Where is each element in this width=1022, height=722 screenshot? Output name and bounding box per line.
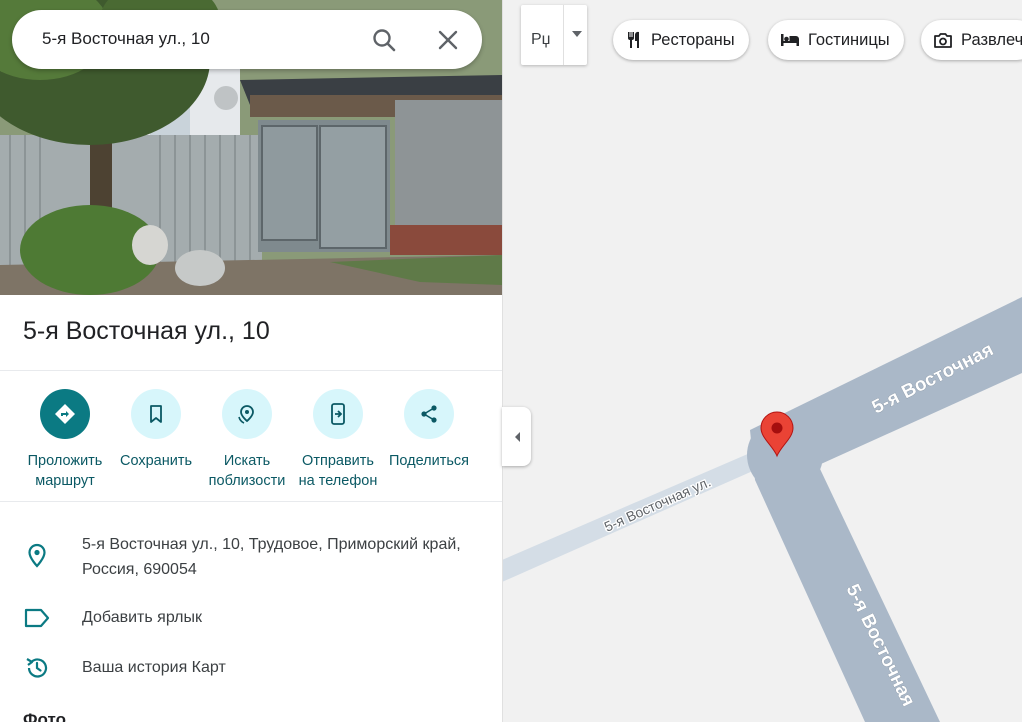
divider <box>0 501 502 502</box>
divider <box>563 5 564 65</box>
nearby-button[interactable]: Искать поблизости <box>202 389 292 491</box>
save-button[interactable]: Сохранить <box>111 389 201 471</box>
chip-label: Развлеч <box>961 30 1022 49</box>
close-icon[interactable] <box>435 27 461 53</box>
nearby-icon <box>222 389 272 439</box>
history-text: Ваша история Карт <box>82 659 226 676</box>
action-label: Сохранить <box>119 453 193 469</box>
chevron-down-icon <box>572 31 582 37</box>
place-panel: 5-я Восточная ул., 10 Проложить маршрут … <box>0 0 503 722</box>
label-icon <box>24 605 50 631</box>
camera-icon <box>934 33 952 48</box>
directions-icon <box>40 389 90 439</box>
action-label: Отправить на телефон <box>298 453 378 489</box>
send-to-phone-button[interactable]: Отправить на телефон <box>293 389 383 491</box>
hotel-icon <box>781 34 799 46</box>
photos-heading: Фото <box>23 710 66 722</box>
layer-select-value: Рџ <box>531 31 551 48</box>
layer-select[interactable]: Рџ <box>521 5 587 65</box>
search-input[interactable] <box>42 29 342 49</box>
action-label: Поделиться <box>388 453 470 469</box>
chevron-left-icon <box>514 431 520 442</box>
street-label-minor: 5-я Восточная ул. <box>602 473 713 534</box>
directions-button[interactable]: Проложить маршрут <box>20 389 110 491</box>
chip-label: Рестораны <box>651 30 735 49</box>
restaurant-icon <box>628 31 639 48</box>
collapse-panel-button[interactable] <box>502 407 531 466</box>
chip-hotels[interactable]: Гостиницы <box>768 20 904 60</box>
chip-restaurants[interactable]: Рестораны <box>613 20 749 60</box>
location-icon <box>24 543 50 569</box>
action-label: Проложить маршрут <box>27 453 103 489</box>
search-icon[interactable] <box>371 27 397 53</box>
share-icon <box>404 389 454 439</box>
divider <box>0 370 502 371</box>
chip-label: Гостиницы <box>808 30 890 49</box>
share-button[interactable]: Поделиться <box>384 389 474 471</box>
action-label: Искать поблизости <box>208 453 286 489</box>
bookmark-icon <box>131 389 181 439</box>
send-to-phone-icon <box>313 389 363 439</box>
add-label-text: Добавить ярлык <box>82 609 203 626</box>
address-text: 5-я Восточная ул., 10, Трудовое, Приморс… <box>82 536 461 578</box>
history-icon <box>24 655 50 681</box>
place-title: 5-я Восточная ул., 10 <box>23 317 270 345</box>
search-box <box>12 10 482 69</box>
chip-entertainment[interactable]: Развлеч <box>921 20 1022 60</box>
